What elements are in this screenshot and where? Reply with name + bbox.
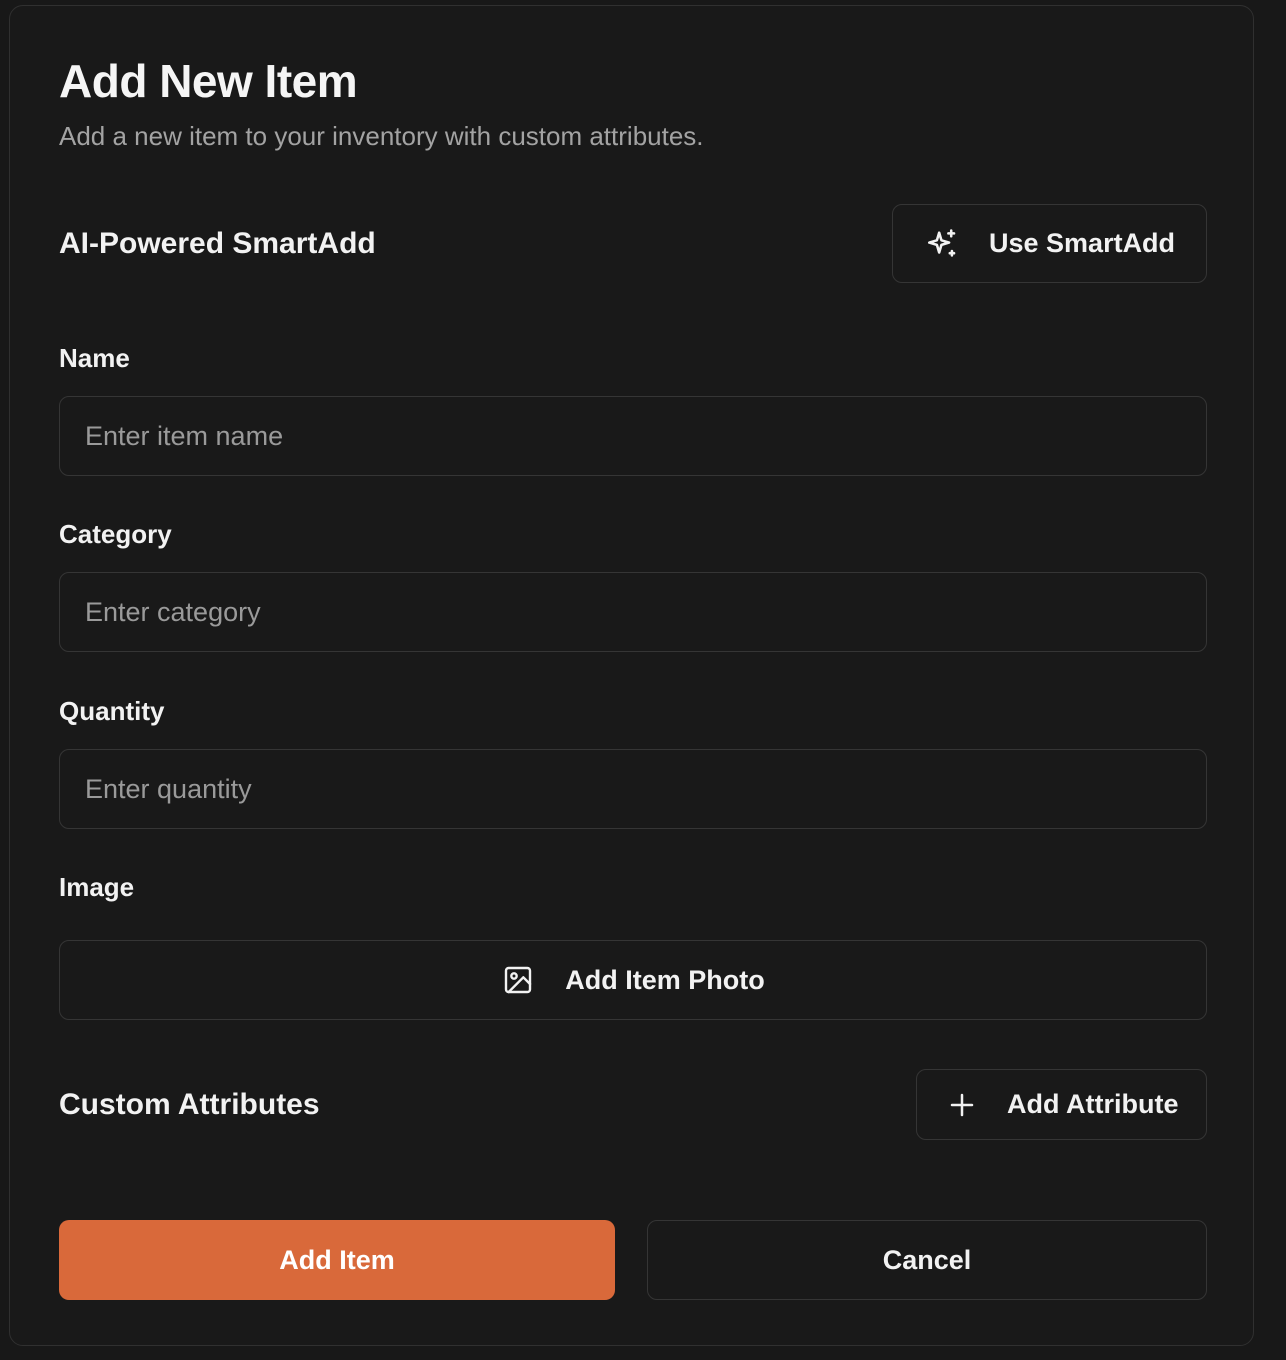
add-item-button[interactable]: Add Item [59, 1220, 615, 1300]
use-smartadd-label: Use SmartAdd [989, 228, 1176, 258]
name-input[interactable] [59, 396, 1207, 476]
use-smartadd-button[interactable]: Use SmartAdd [892, 204, 1207, 283]
add-item-dialog: Add New Item Add a new item to your inve… [9, 5, 1254, 1346]
name-label: Name [59, 343, 130, 373]
sparkles-icon [925, 227, 959, 261]
add-item-photo-label: Add Item Photo [565, 964, 765, 995]
custom-attributes-heading: Custom Attributes [59, 1088, 320, 1121]
image-label: Image [59, 872, 135, 902]
dialog-title: Add New Item [59, 55, 358, 107]
smartadd-heading: AI-Powered SmartAdd [59, 227, 376, 260]
image-icon [501, 963, 535, 997]
dialog-subtitle: Add a new item to your inventory with cu… [59, 121, 704, 151]
plus-icon [945, 1088, 979, 1122]
category-label: Category [59, 519, 172, 549]
add-item-photo-button[interactable]: Add Item Photo [59, 940, 1207, 1020]
category-input[interactable] [59, 572, 1207, 652]
add-attribute-button[interactable]: Add Attribute [916, 1069, 1207, 1140]
quantity-input[interactable] [59, 749, 1207, 829]
cancel-button[interactable]: Cancel [647, 1220, 1207, 1300]
quantity-label: Quantity [59, 696, 165, 726]
add-attribute-label: Add Attribute [1007, 1089, 1179, 1119]
